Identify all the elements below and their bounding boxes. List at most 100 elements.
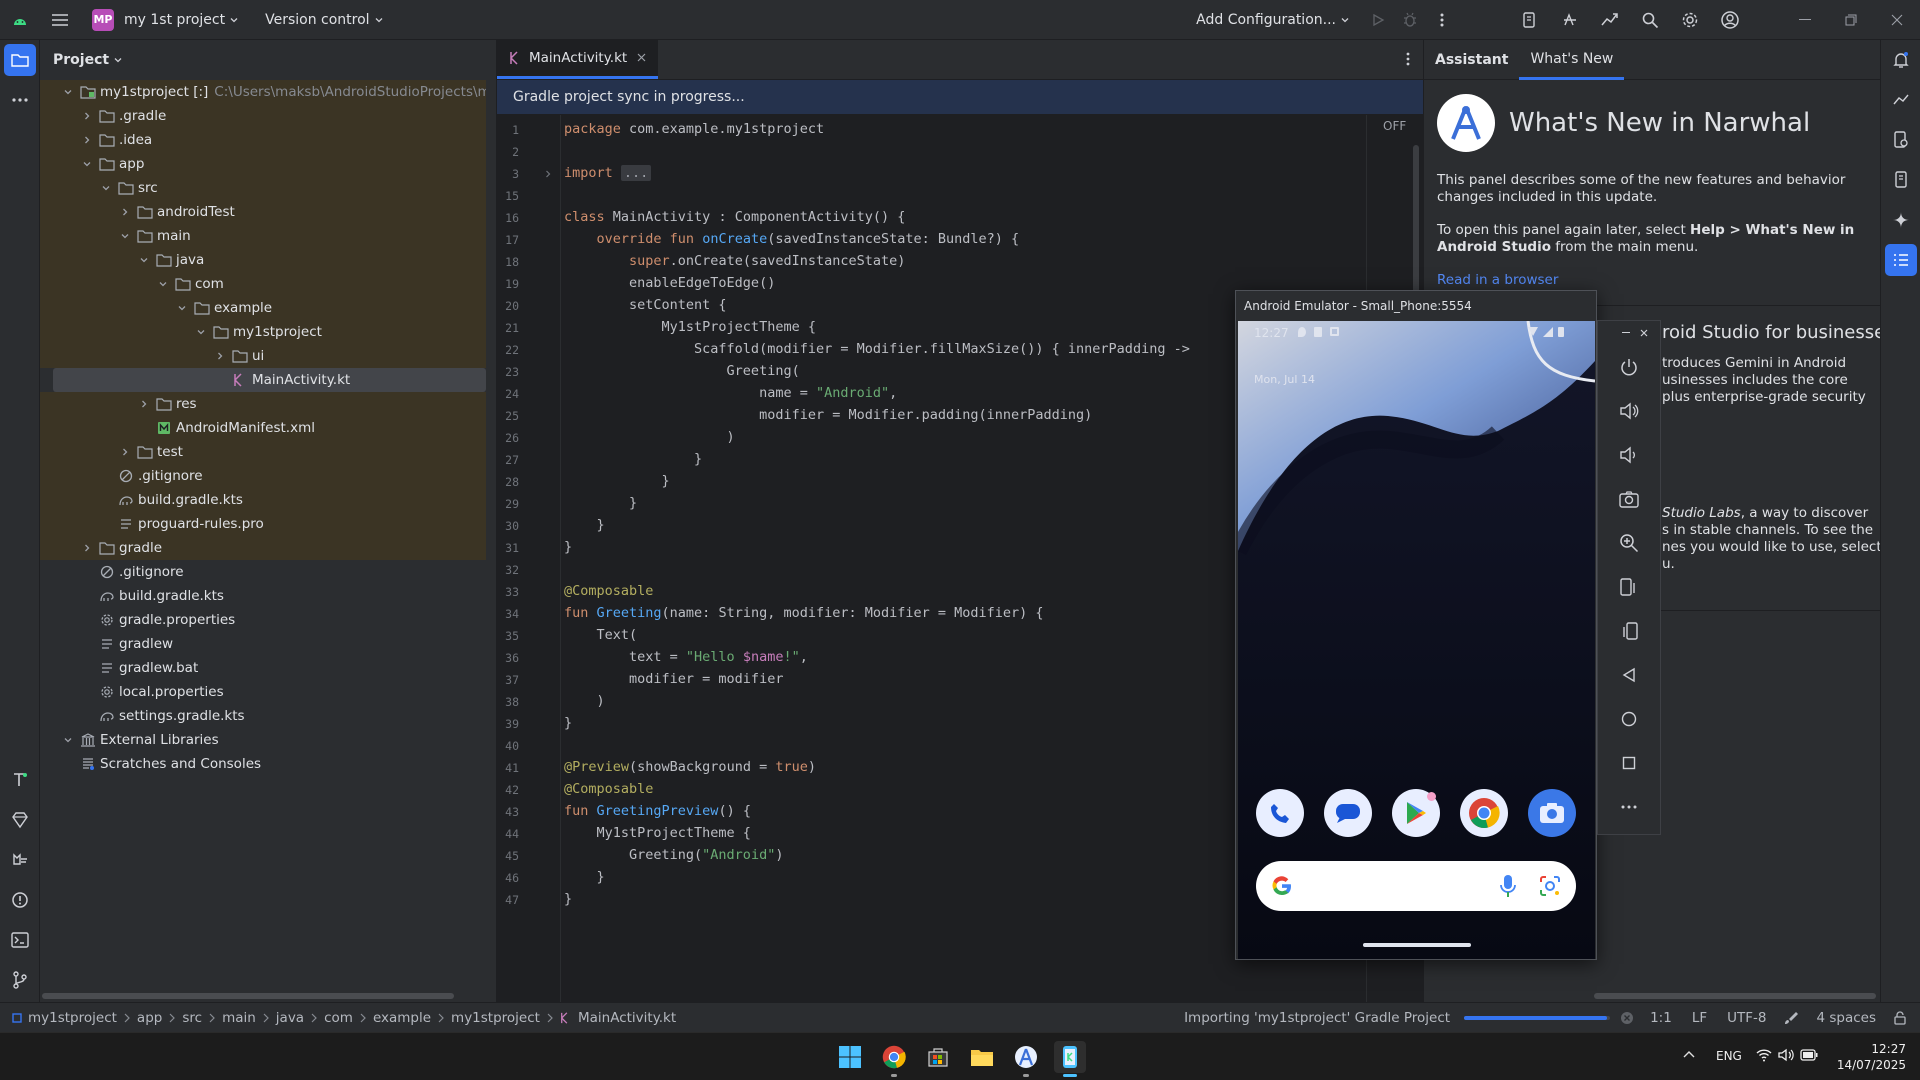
close-tab-icon[interactable]	[637, 53, 646, 62]
background-task-label[interactable]: Importing 'my1stproject' Gradle Project	[1184, 1010, 1450, 1026]
close-emulator-icon[interactable]	[1640, 329, 1648, 337]
tree-item[interactable]: java	[40, 248, 486, 272]
tree-item[interactable]: AndroidManifest.xml	[40, 416, 486, 440]
reader-mode-toggle[interactable]: OFF	[1383, 119, 1406, 133]
tree-item[interactable]: .gitignore	[40, 560, 486, 584]
tree-item[interactable]: main	[40, 224, 486, 248]
gemini-sparkle-icon[interactable]	[1881, 200, 1920, 240]
chevron-right-icon[interactable]	[117, 204, 133, 220]
chevron-down-icon[interactable]	[155, 276, 171, 292]
chevron-down-icon[interactable]	[117, 228, 133, 244]
back-nav-icon[interactable]	[1598, 653, 1660, 697]
restore-window-icon[interactable]	[1828, 4, 1874, 36]
emulator-title-bar[interactable]: Android Emulator - Small_Phone:5554	[1236, 291, 1596, 321]
chevron-down-icon[interactable]	[136, 252, 152, 268]
tree-item[interactable]: build.gradle.kts	[40, 488, 486, 512]
tree-item[interactable]: Scratches and Consoles	[40, 752, 486, 776]
breadcrumb-item[interactable]: MainActivity.kt	[578, 1010, 676, 1026]
horizontal-scrollbar[interactable]	[42, 993, 454, 999]
windows-start-icon[interactable]	[834, 1041, 866, 1073]
chevron-down-icon[interactable]	[79, 156, 95, 172]
chevron-down-icon[interactable]	[60, 732, 76, 748]
main-menu-icon[interactable]	[44, 4, 76, 36]
project-panel-header[interactable]: Project	[40, 40, 496, 80]
emulator-taskbar-icon[interactable]	[1054, 1041, 1086, 1077]
tree-item[interactable]: proguard-rules.pro	[40, 512, 486, 536]
tree-item[interactable]: res	[40, 392, 486, 416]
tree-item[interactable]: example	[40, 296, 486, 320]
tree-item[interactable]: src	[40, 176, 486, 200]
minimize-window-icon[interactable]	[1782, 4, 1828, 36]
emulator-screen[interactable]: 12:27 Mon, Jul 14	[1238, 321, 1595, 959]
more-options-icon[interactable]	[1598, 785, 1660, 829]
device-manager-strip-icon[interactable]	[1881, 160, 1920, 200]
tree-item[interactable]: .gradle	[40, 104, 486, 128]
volume-up-icon[interactable]	[1598, 389, 1660, 433]
device-explorer-icon[interactable]	[1881, 120, 1920, 160]
more-actions-icon[interactable]	[1426, 4, 1458, 36]
screenshot-camera-icon[interactable]	[1598, 477, 1660, 521]
home-gesture-bar[interactable]	[1363, 943, 1471, 947]
overview-nav-icon[interactable]	[1598, 741, 1660, 785]
device-manager-icon[interactable]	[1514, 4, 1546, 36]
android-studio-taskbar-icon[interactable]	[1010, 1041, 1042, 1077]
version-control-menu[interactable]: Version control	[259, 12, 389, 28]
chevron-right-icon[interactable]	[79, 540, 95, 556]
input-language[interactable]: ENG	[1716, 1049, 1742, 1063]
tree-item[interactable]: .gitignore	[40, 464, 486, 488]
store-taskbar-icon[interactable]	[922, 1041, 954, 1073]
breadcrumb-item[interactable]: my1stproject	[451, 1010, 540, 1026]
rotate-left-icon[interactable]	[1598, 565, 1660, 609]
chevron-right-icon[interactable]	[212, 348, 228, 364]
power-icon[interactable]	[1598, 345, 1660, 389]
tree-item[interactable]: External Libraries	[40, 728, 486, 752]
clock[interactable]: 12:27 14/07/2025	[1836, 1041, 1906, 1073]
chevron-down-icon[interactable]	[60, 84, 76, 100]
search-icon[interactable]	[1634, 4, 1666, 36]
tree-item[interactable]: test	[40, 440, 486, 464]
chevron-right-icon[interactable]	[79, 132, 95, 148]
chrome-app-icon[interactable]	[1460, 789, 1508, 837]
caret-position[interactable]: 1:1	[1650, 1010, 1672, 1026]
build-icon[interactable]	[0, 760, 40, 800]
play-store-app-icon[interactable]	[1392, 789, 1440, 837]
tray-wifi-icon[interactable]	[1756, 1048, 1772, 1062]
running-devices-icon[interactable]	[1881, 80, 1920, 120]
breadcrumb-item[interactable]: example	[373, 1010, 431, 1026]
show-hidden-icons-chevron[interactable]	[1682, 1049, 1696, 1059]
assistant-list-icon[interactable]	[1885, 244, 1917, 276]
indent-setting[interactable]: 4 spaces	[1816, 1010, 1876, 1026]
run-configuration-selector[interactable]: Add Configuration...	[1190, 12, 1356, 28]
tree-item[interactable]: gradle.properties	[40, 608, 486, 632]
chrome-taskbar-icon[interactable]	[878, 1041, 910, 1077]
messages-app-icon[interactable]	[1324, 789, 1372, 837]
file-encoding[interactable]: UTF-8	[1727, 1010, 1766, 1026]
phone-app-icon[interactable]	[1256, 789, 1304, 837]
breadcrumb-item[interactable]: app	[137, 1010, 162, 1026]
google-search-bar[interactable]	[1256, 861, 1576, 911]
emulator-window[interactable]: Android Emulator - Small_Phone:5554 12:2…	[1235, 290, 1597, 960]
tab-assistant[interactable]: Assistant	[1424, 40, 1519, 80]
more-tool-windows-icon[interactable]	[0, 80, 40, 120]
breadcrumb-item[interactable]: com	[324, 1010, 353, 1026]
chevron-down-icon[interactable]	[98, 180, 114, 196]
terminal-icon[interactable]	[0, 920, 40, 960]
close-window-icon[interactable]	[1874, 4, 1920, 36]
project-folder-icon[interactable]	[4, 44, 36, 76]
tab-options-icon[interactable]	[1393, 39, 1423, 79]
google-lens-icon[interactable]	[1538, 874, 1562, 898]
fold-chevron-icon[interactable]	[543, 169, 553, 179]
chevron-down-icon[interactable]	[174, 300, 190, 316]
home-nav-icon[interactable]	[1598, 697, 1660, 741]
run-icon[interactable]	[1362, 4, 1394, 36]
tree-item[interactable]: settings.gradle.kts	[40, 704, 486, 728]
chevron-right-icon[interactable]	[117, 444, 133, 460]
tab-whats-new[interactable]: What's New	[1519, 40, 1625, 80]
tray-volume-icon[interactable]	[1778, 1048, 1794, 1062]
tree-item[interactable]: my1stproject [:] C:\Users\maksb\AndroidSt…	[40, 80, 486, 104]
notifications-bell-icon[interactable]	[1881, 40, 1920, 80]
breadcrumb-item[interactable]: java	[276, 1010, 304, 1026]
tree-item[interactable]: androidTest	[40, 200, 486, 224]
tree-item[interactable]: com	[40, 272, 486, 296]
cancel-task-icon[interactable]	[1620, 1011, 1634, 1025]
